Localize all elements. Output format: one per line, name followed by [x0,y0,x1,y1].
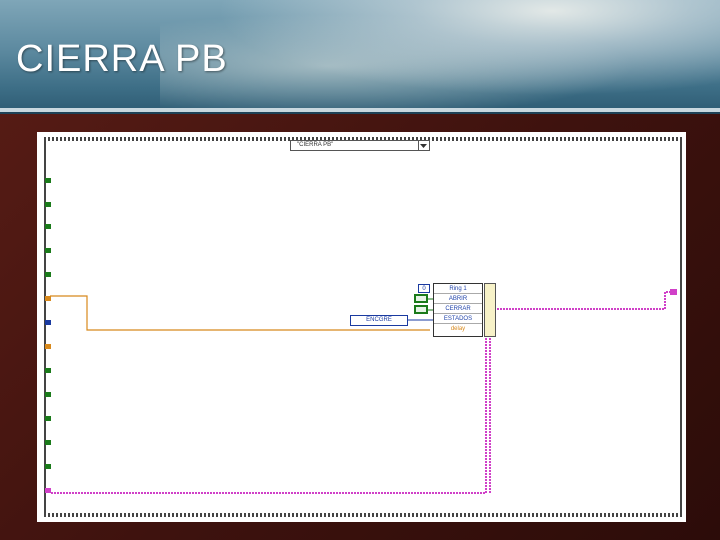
boolean-constant-1[interactable] [414,294,428,303]
boolean-constant-2[interactable] [414,305,428,314]
wiring-layer [50,289,677,494]
pink-wire-out [497,291,676,310]
enum-constant[interactable]: ENCGRE [350,315,408,326]
cluster-row-estados: ESTADOS [434,315,482,324]
cluster-row-ring: Ring 1 [434,285,482,294]
bundle-by-name-node[interactable]: Ring 1 ABRIR CERRAR ESTADOS delay [433,283,483,337]
cluster-row-abrir: ABRIR [434,295,482,304]
cluster-row-delay: delay [450,326,466,332]
numeric-constant[interactable]: 0 [418,284,430,293]
cluster-row-cerrar: CERRAR [434,305,482,314]
pink-wire-loop-a [50,338,487,494]
cluster-bundle-terminal [484,283,496,337]
enum-constant-label: ENCGRE [366,317,392,323]
output-tunnel [670,289,677,295]
